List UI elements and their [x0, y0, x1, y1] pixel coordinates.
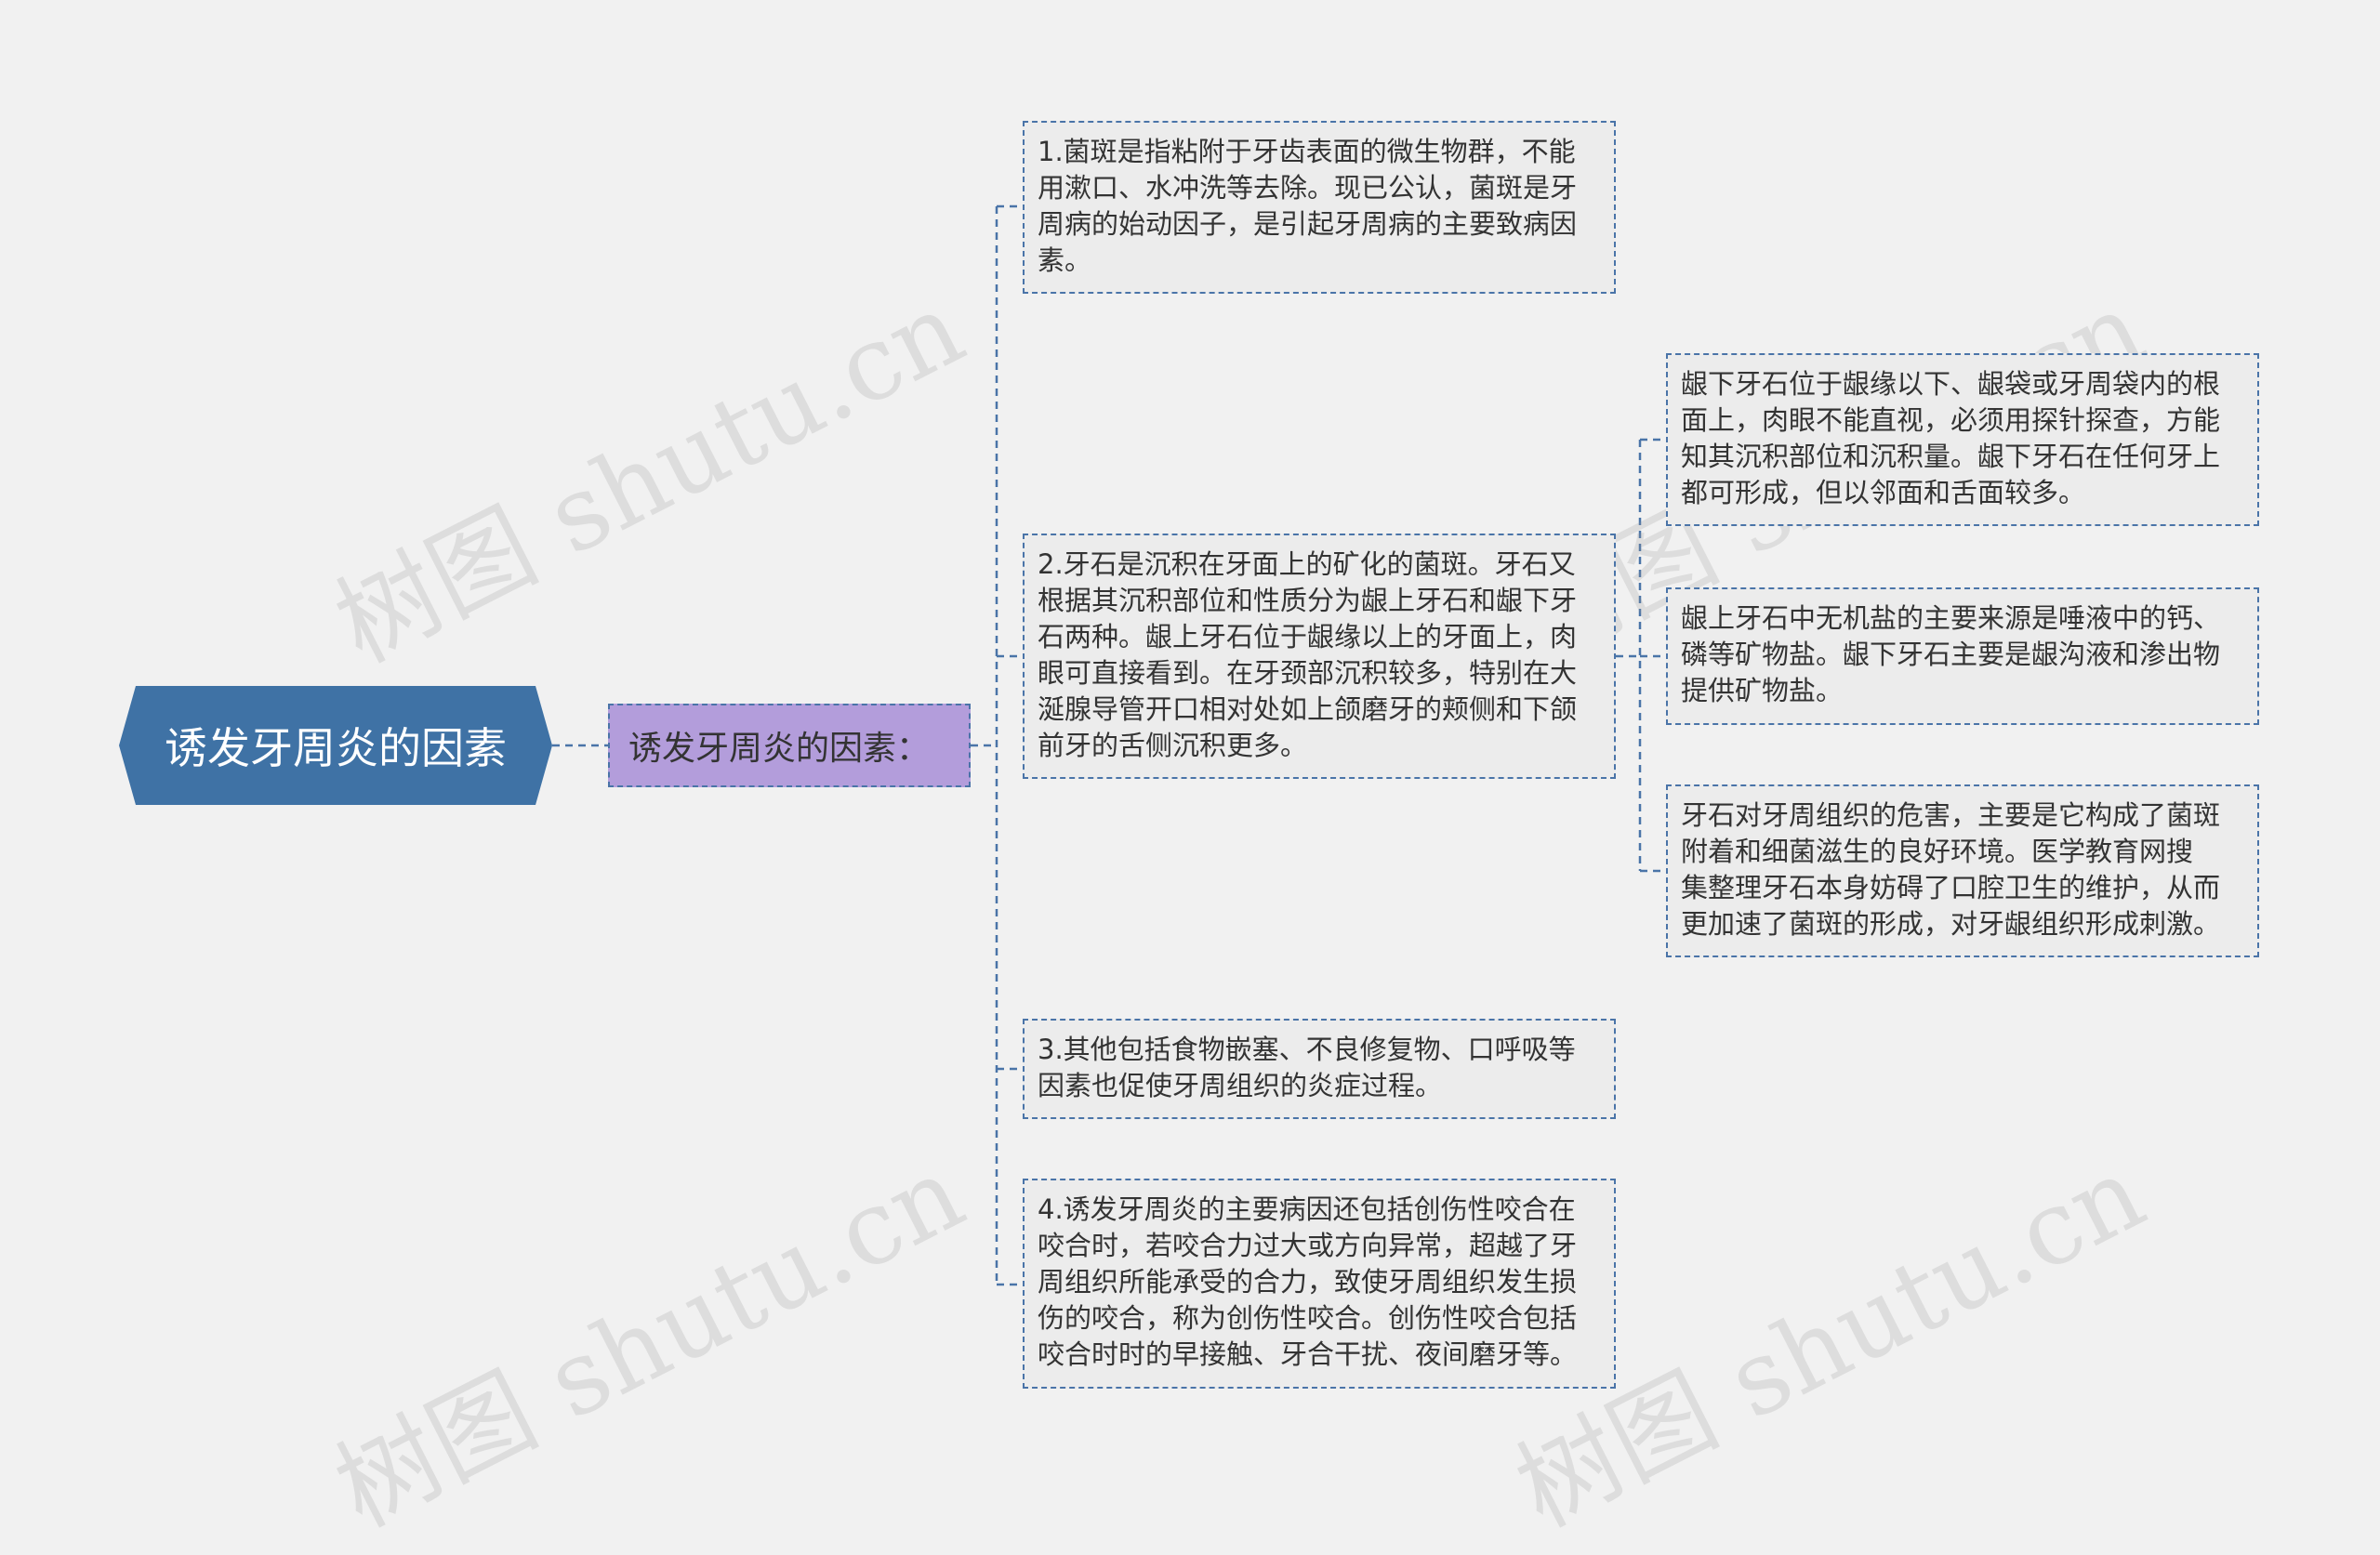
leaf-node-traumatic-occlusion[interactable]: 4.诱发牙周炎的主要病因还包括创伤性咬合在 咬合时，若咬合力过大或方向异常，超越…: [1023, 1179, 1616, 1389]
sub-leaf-subgingival-calculus[interactable]: 龈下牙石位于龈缘以下、龈袋或牙周袋内的根 面上，肉眼不能直视，必须用探针探查，方…: [1666, 353, 2259, 526]
leaf-node-calculus[interactable]: 2.牙石是沉积在牙面上的矿化的菌斑。牙石又 根据其沉积部位和性质分为龈上牙石和龈…: [1023, 534, 1616, 779]
sub-leaf-mineral-source[interactable]: 龈上牙石中无机盐的主要来源是唾液中的钙、 磷等矿物盐。龈下牙石主要是龈沟液和渗出…: [1666, 587, 2259, 725]
branch-node[interactable]: 诱发牙周炎的因素：: [608, 704, 971, 787]
leaf-node-plaque[interactable]: 1.菌斑是指粘附于牙齿表面的微生物群，不能 用漱口、水冲洗等去除。现已公认，菌斑…: [1023, 121, 1616, 294]
root-node[interactable]: 诱发牙周炎的因素: [119, 686, 552, 805]
sub-leaf-calculus-harm[interactable]: 牙石对牙周组织的危害，主要是它构成了菌斑 附着和细菌滋生的良好环境。医学教育网搜…: [1666, 784, 2259, 957]
leaf-node-other-factors[interactable]: 3.其他包括食物嵌塞、不良修复物、口呼吸等 因素也促使牙周组织的炎症过程。: [1023, 1019, 1616, 1119]
